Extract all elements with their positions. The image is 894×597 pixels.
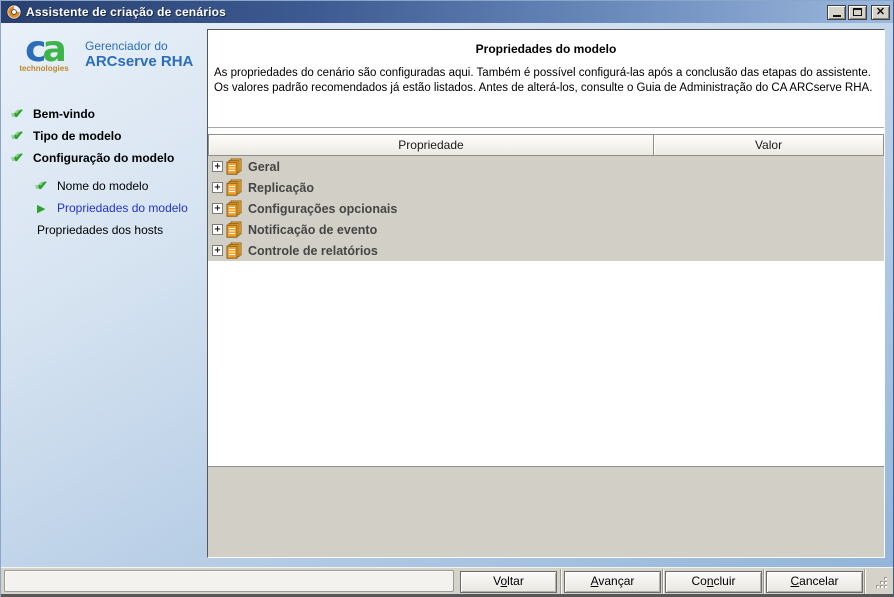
- status-box: [4, 570, 454, 592]
- close-button[interactable]: ✕: [871, 4, 890, 20]
- titlebar: Assistente de criação de cenários ✕: [1, 1, 893, 23]
- wizard-steps: ✔ Bem-vindo ✔ Tipo de modelo ✔ Configura…: [1, 103, 207, 241]
- page-header: Propriedades do modelo As propriedades d…: [208, 30, 884, 128]
- property-group-icon: [226, 200, 242, 217]
- wizard-window: Assistente de criação de cenários ✕ ca t…: [0, 0, 894, 597]
- tree-row-label: Controle de relatórios: [248, 243, 378, 258]
- resize-grip[interactable]: [874, 575, 889, 590]
- tree-row-label: Geral: [248, 159, 280, 174]
- button-separator: [560, 569, 561, 594]
- product-name-line1: Gerenciador do: [85, 39, 168, 53]
- expand-plus-icon[interactable]: +: [212, 182, 223, 193]
- expand-plus-icon[interactable]: +: [212, 203, 223, 214]
- step-configuracao-do-modelo: ✔ Configuração do modelo: [13, 150, 175, 165]
- property-group-icon: [226, 179, 242, 196]
- properties-table-header: Propriedade Valor: [208, 134, 884, 156]
- tree-row-controle-de-relatorios[interactable]: + Controle de relatórios: [208, 240, 884, 261]
- tree-row-notificacao-de-evento[interactable]: + Notificação de evento: [208, 219, 884, 240]
- wizard-sidebar: ca technologies Gerenciador do ARCserve …: [1, 23, 207, 557]
- step-propriedades-dos-hosts: Propriedades dos hosts: [37, 223, 164, 237]
- current-step-arrow-icon: ▶: [37, 202, 46, 215]
- minimize-icon: [832, 15, 841, 17]
- avancar-button[interactable]: Avançar: [564, 571, 661, 593]
- window-title: Assistente de criação de cenários: [26, 5, 227, 19]
- column-header-valor[interactable]: Valor: [654, 134, 884, 156]
- maximize-icon: [853, 8, 862, 16]
- voltar-button[interactable]: Voltar: [460, 571, 557, 593]
- brand-block: ca technologies Gerenciador do ARCserve …: [15, 32, 194, 74]
- expand-plus-icon[interactable]: +: [212, 224, 223, 235]
- button-separator: [864, 569, 865, 594]
- page-title: Propriedades do modelo: [475, 42, 617, 56]
- description-line2: Os valores padrão recomendados já estão …: [214, 82, 873, 94]
- product-name-line2: ARCserve RHA: [85, 53, 194, 70]
- step-nome-do-modelo: ✔ Nome do modelo: [37, 178, 149, 193]
- bottom-bar: Voltar Avançar Concluir Cancelar: [1, 567, 893, 594]
- properties-tree: + Geral + Replicação + Configurações opc…: [208, 156, 884, 261]
- description-line1: As propriedades do cenário são configura…: [214, 67, 871, 79]
- logo-technologies-label: technologies: [19, 64, 69, 73]
- minimize-button[interactable]: [827, 4, 846, 20]
- page-description: As propriedades do cenário são configura…: [214, 66, 878, 96]
- tree-row-label: Notificação de evento: [248, 222, 378, 237]
- check-icon: ✔: [13, 128, 24, 143]
- button-separator: [662, 569, 663, 594]
- tree-row-geral[interactable]: + Geral: [208, 156, 884, 177]
- property-group-icon: [226, 158, 242, 175]
- step-tipo-de-modelo: ✔ Tipo de modelo: [13, 128, 122, 143]
- main-panel: Propriedades do modelo As propriedades d…: [207, 29, 885, 558]
- expand-plus-icon[interactable]: +: [212, 161, 223, 172]
- tree-row-replicacao[interactable]: + Replicação: [208, 177, 884, 198]
- button-separator: [763, 569, 764, 594]
- column-header-propriedade[interactable]: Propriedade: [208, 134, 654, 156]
- property-group-icon: [226, 221, 242, 238]
- tree-row-label: Configurações opcionais: [248, 201, 398, 216]
- check-icon: ✔: [37, 178, 48, 193]
- maximize-button[interactable]: [848, 4, 867, 20]
- ca-logo: ca technologies: [15, 32, 73, 74]
- tree-row-configuracoes-opcionais[interactable]: + Configurações opcionais: [208, 198, 884, 219]
- concluir-button[interactable]: Concluir: [665, 571, 762, 593]
- content-area: Propriedades do modelo As propriedades d…: [208, 30, 884, 467]
- step-bem-vindo: ✔ Bem-vindo: [13, 106, 96, 121]
- step-propriedades-do-modelo: ▶ Propriedades do modelo: [37, 201, 188, 215]
- check-icon: ✔: [13, 106, 24, 121]
- cancelar-button[interactable]: Cancelar: [766, 571, 863, 593]
- expand-plus-icon[interactable]: +: [212, 245, 223, 256]
- check-icon: ✔: [13, 150, 24, 165]
- close-icon: ✕: [875, 5, 886, 18]
- tree-row-label: Replicação: [248, 180, 315, 195]
- app-icon: [6, 4, 22, 20]
- property-group-icon: [226, 242, 242, 259]
